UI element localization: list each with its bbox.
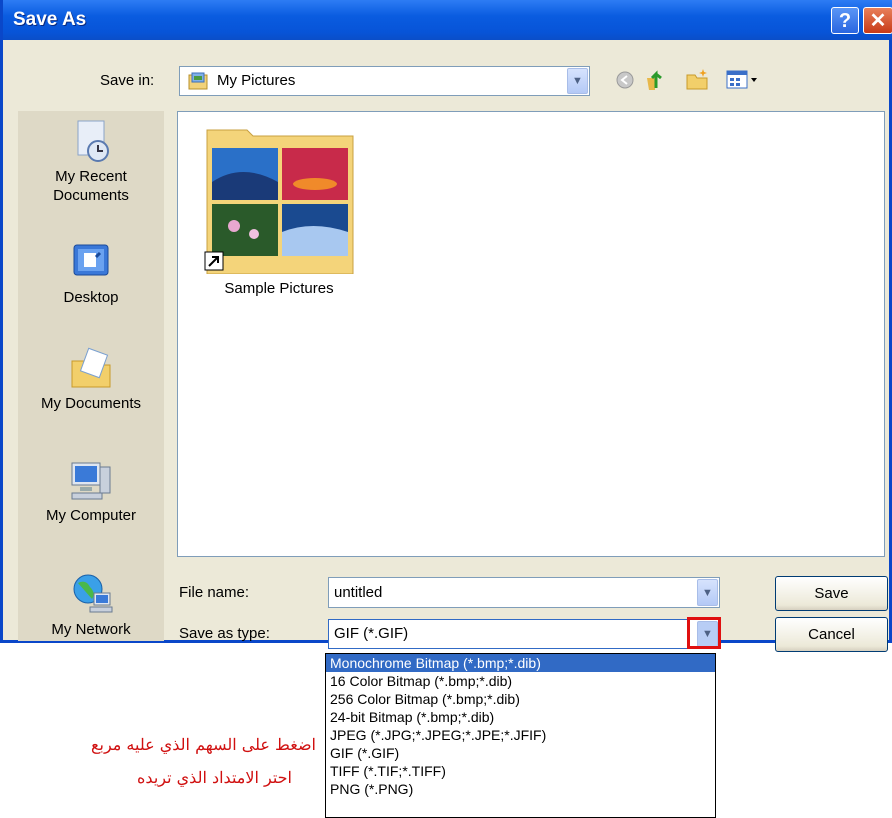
file-name-input[interactable]: untitled ▼ — [328, 577, 720, 608]
my-computer-icon — [68, 457, 114, 503]
places-bar: My Recent Documents Desktop My Documents… — [18, 111, 164, 641]
chevron-down-icon[interactable]: ▼ — [567, 68, 588, 94]
place-desktop[interactable]: Desktop — [18, 239, 164, 306]
up-folder-icon[interactable] — [643, 66, 669, 92]
type-option[interactable]: 16 Color Bitmap (*.bmp;*.dib) — [326, 672, 715, 690]
folder-label: Sample Pictures — [224, 280, 334, 297]
place-label: My Computer — [45, 507, 137, 524]
place-label: Desktop — [63, 289, 119, 306]
place-my-computer[interactable]: My Computer — [18, 457, 164, 524]
highlight-marker-box — [687, 617, 721, 649]
type-option[interactable]: Monochrome Bitmap (*.bmp;*.dib) — [326, 654, 715, 672]
save-as-type-dropdown-list[interactable]: Monochrome Bitmap (*.bmp;*.dib) 16 Color… — [325, 653, 716, 818]
place-my-documents[interactable]: My Documents — [18, 345, 164, 412]
save-button[interactable]: Save — [775, 576, 888, 611]
type-option[interactable]: GIF (*.GIF) — [326, 744, 715, 762]
save-in-label: Save in: — [100, 72, 155, 89]
my-documents-icon — [68, 345, 114, 391]
cancel-button[interactable]: Cancel — [775, 617, 888, 652]
window-title: Save As — [13, 9, 87, 30]
file-list[interactable]: Sample Pictures — [177, 111, 885, 557]
file-name-label: File name: — [179, 584, 250, 601]
save-in-combo[interactable]: My Pictures ▼ — [179, 66, 590, 96]
type-option[interactable]: PNG (*.PNG) — [326, 780, 715, 798]
file-name-value: untitled — [334, 584, 383, 601]
type-option[interactable]: TIFF (*.TIF;*.TIFF) — [326, 762, 715, 780]
my-network-icon — [68, 571, 114, 617]
back-icon[interactable] — [615, 70, 635, 90]
desktop-icon — [68, 239, 114, 285]
title-bar[interactable]: Save As ? ✕ — [3, 0, 892, 40]
type-option[interactable]: JPEG (*.JPG;*.JPEG;*.JPE;*.JFIF) — [326, 726, 715, 744]
save-as-type-label: Save as type: — [179, 625, 270, 642]
new-folder-icon[interactable] — [685, 67, 711, 91]
type-option[interactable]: 24-bit Bitmap (*.bmp;*.dib) — [326, 708, 715, 726]
type-option[interactable]: 256 Color Bitmap (*.bmp;*.dib) — [326, 690, 715, 708]
place-my-network[interactable]: My Network — [18, 571, 164, 638]
folder-item[interactable]: Sample Pictures — [204, 122, 354, 297]
save-as-dialog: Save As ? ✕ Save in: My Pictures ▼ My Re… — [0, 0, 892, 652]
folder-shortcut-icon — [204, 122, 356, 275]
annotation-line-1: اضغط على السهم الذي عليه مربع — [90, 735, 316, 754]
place-label: My Network — [51, 621, 131, 638]
place-label: My Recent Documents — [53, 168, 129, 204]
chevron-down-icon[interactable]: ▼ — [697, 579, 718, 606]
recent-documents-icon — [68, 117, 114, 163]
place-label: My Documents — [40, 395, 142, 412]
help-button[interactable]: ? — [831, 7, 859, 34]
annotation-line-2: احتر الامتداد الذي تريده — [137, 768, 292, 787]
save-as-type-value: GIF (*.GIF) — [334, 625, 409, 642]
save-in-value: My Pictures — [217, 72, 296, 89]
my-pictures-icon — [188, 72, 208, 90]
close-button[interactable]: ✕ — [863, 7, 892, 34]
views-menu-icon[interactable] — [726, 69, 760, 91]
save-as-type-select[interactable]: GIF (*.GIF) ▼ — [328, 617, 721, 649]
place-recent-documents[interactable]: My Recent Documents — [18, 117, 164, 205]
